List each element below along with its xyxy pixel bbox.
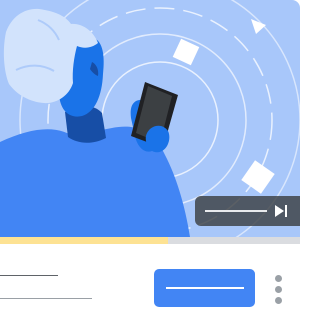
- title-placeholder-line: [0, 275, 58, 276]
- button-label-placeholder: [166, 287, 244, 289]
- more-options-button[interactable]: [268, 269, 290, 309]
- skip-next-icon[interactable]: [273, 203, 289, 219]
- progress-track: [0, 237, 300, 244]
- skip-label-placeholder: [205, 210, 267, 212]
- subtitle-placeholder-line: [0, 298, 92, 299]
- more-vert-icon: [275, 275, 282, 282]
- media-card: [0, 0, 300, 330]
- card-footer: [0, 244, 300, 330]
- skip-control[interactable]: [195, 196, 300, 226]
- more-vert-icon: [275, 297, 282, 304]
- progress-fill: [0, 237, 168, 244]
- more-vert-icon: [275, 286, 282, 293]
- primary-action-button[interactable]: [154, 269, 255, 307]
